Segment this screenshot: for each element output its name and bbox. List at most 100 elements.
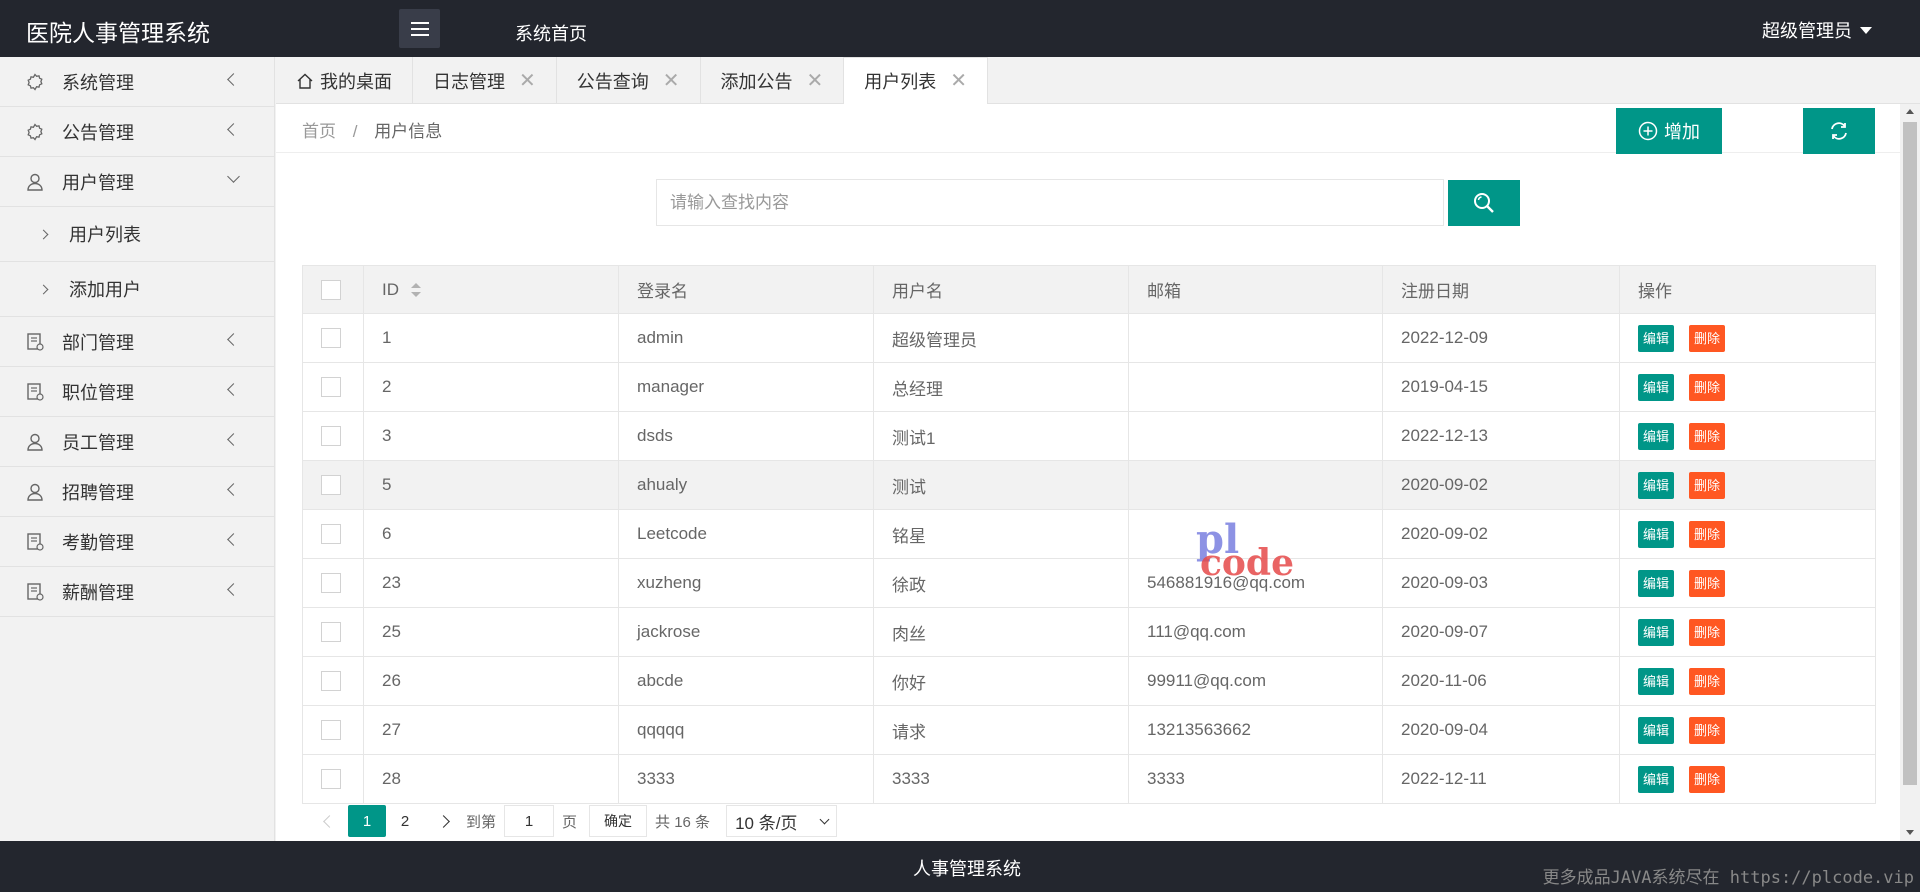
refresh-button[interactable] — [1803, 108, 1875, 154]
row-checkbox[interactable] — [321, 377, 341, 398]
user-menu[interactable]: 超级管理员 — [1762, 17, 1872, 43]
row-checkbox[interactable] — [321, 524, 341, 545]
sidebar-item-2[interactable]: 用户管理 — [0, 157, 274, 207]
page-size-select[interactable]: 10 条/页 — [726, 805, 838, 837]
sidebar-item-5[interactable]: 员工管理 — [0, 417, 274, 467]
table-row[interactable]: 23 xuzheng 徐政 546881916@qq.com 2020-09-03 编辑删… — [302, 558, 1876, 608]
search-icon — [1474, 193, 1494, 213]
tab-4[interactable]: 用户列表 ✕ — [844, 57, 989, 104]
row-checkbox[interactable] — [321, 475, 341, 496]
sidebar-item-0[interactable]: 系统管理 — [0, 57, 274, 107]
sidebar-subitem-2-1[interactable]: 添加用户 — [0, 262, 274, 317]
tab-2[interactable]: 公告查询 ✕ — [557, 57, 701, 104]
sidebar-item-7[interactable]: 考勤管理 — [0, 517, 274, 567]
sidebar-item-label: 薪酬管理 — [62, 582, 134, 603]
delete-button[interactable]: 删除 — [1689, 324, 1726, 352]
delete-button[interactable]: 删除 — [1689, 471, 1726, 499]
edit-button[interactable]: 编辑 — [1638, 716, 1675, 744]
column-header-id[interactable]: ID — [363, 265, 619, 314]
table-row[interactable]: 25 jackrose 肉丝 111@qq.com 2020-09-07 编辑 删除 — [302, 607, 1876, 657]
vertical-scrollbar[interactable] — [1900, 104, 1920, 841]
goto-confirm-button[interactable]: 确定 — [589, 805, 648, 837]
sidebar-subitem-2-0[interactable]: 用户列表 — [0, 207, 274, 262]
row-checkbox[interactable] — [321, 426, 341, 447]
row-checkbox[interactable] — [321, 622, 341, 643]
sidebar-item-3[interactable]: 部门管理 — [0, 317, 274, 367]
menu-toggle-button[interactable] — [399, 9, 440, 48]
logo-watermark-bottom: code — [1200, 542, 1295, 584]
table-row[interactable]: 1 admin 超级管理员 2022-12-09 编辑 删除 — [302, 313, 1876, 363]
row-select-cell — [302, 509, 364, 559]
home-link[interactable]: 系统首页 — [515, 20, 587, 46]
prev-page-button[interactable] — [314, 805, 344, 837]
row-checkbox[interactable] — [321, 573, 341, 594]
page-number-button[interactable]: 2 — [386, 805, 424, 837]
tab-3[interactable]: 添加公告 ✕ — [701, 57, 845, 104]
delete-button[interactable]: 删除 — [1689, 716, 1726, 744]
sidebar-item-1[interactable]: 公告管理 — [0, 107, 274, 157]
cell-email: 3333 — [1128, 754, 1383, 804]
table-row[interactable]: 2 manager 总经理 2019-04-15 编辑 删除 — [302, 362, 1876, 412]
edit-button[interactable]: 编辑 — [1638, 520, 1675, 548]
row-checkbox[interactable] — [321, 720, 341, 741]
edit-button[interactable]: 编辑 — [1638, 667, 1675, 695]
close-icon[interactable]: ✕ — [663, 71, 680, 91]
breadcrumb-home[interactable]: 首页 — [302, 122, 336, 141]
delete-button[interactable]: 删除 — [1689, 569, 1726, 597]
edit-button[interactable]: 编辑 — [1638, 569, 1675, 597]
row-checkbox[interactable] — [321, 769, 341, 790]
edit-button[interactable]: 编辑 — [1638, 765, 1675, 793]
sidebar-item-4[interactable]: 职位管理 — [0, 367, 274, 417]
tab-1[interactable]: 日志管理 ✕ — [413, 57, 557, 104]
edit-button[interactable]: 编辑 — [1638, 618, 1675, 646]
delete-button[interactable]: 删除 — [1689, 520, 1726, 548]
close-icon[interactable]: ✕ — [807, 71, 824, 91]
row-select-cell — [302, 558, 364, 608]
table-row[interactable]: 6 Leetcode 铭星 2020-09-02 编辑 删除 — [302, 509, 1876, 559]
delete-button[interactable]: 删除 — [1689, 618, 1726, 646]
select-all-checkbox[interactable] — [321, 279, 341, 300]
cell-login: 3333 — [618, 754, 874, 804]
tab-0[interactable]: 我的桌面 — [276, 57, 413, 104]
sidebar-item-8[interactable]: 薪酬管理 — [0, 567, 274, 617]
close-icon[interactable]: ✕ — [950, 71, 967, 91]
sort-icon[interactable] — [411, 283, 421, 298]
edit-button[interactable]: 编辑 — [1638, 422, 1675, 450]
pagination: 12 到第 页 确定 共 16 条 10 条/页 — [314, 804, 838, 838]
cell-id: 5 — [363, 460, 619, 510]
scroll-down-icon[interactable] — [1906, 830, 1914, 835]
row-select-cell — [302, 607, 364, 657]
next-page-button[interactable] — [428, 805, 458, 837]
delete-button[interactable]: 删除 — [1689, 422, 1726, 450]
table-row[interactable]: 5 ahualy 测试 2020-09-02 编辑 删除 — [302, 460, 1876, 510]
table-row[interactable]: 28 3333 3333 3333 2022-12-11 编辑 删除 — [302, 754, 1876, 804]
cell-actions: 编辑 删除 — [1619, 460, 1876, 510]
close-icon[interactable]: ✕ — [519, 71, 536, 91]
edit-button[interactable]: 编辑 — [1638, 324, 1675, 352]
scrollbar-thumb[interactable] — [1903, 122, 1917, 785]
delete-button[interactable]: 删除 — [1689, 373, 1726, 401]
search-button[interactable] — [1448, 180, 1520, 226]
add-button[interactable]: 增加 — [1616, 108, 1722, 154]
cell-login: ahualy — [618, 460, 874, 510]
table-row[interactable]: 26 abcde 你好 99911@qq.com 2020-11-06 编辑 删除 — [302, 656, 1876, 706]
edit-button[interactable]: 编辑 — [1638, 373, 1675, 401]
delete-button[interactable]: 删除 — [1689, 765, 1726, 793]
table-row[interactable]: 27 qqqqq 请求 13213563662 2020-09-04 编辑 删除 — [302, 705, 1876, 755]
sidebar-item-label: 招聘管理 — [62, 482, 134, 503]
delete-button[interactable]: 删除 — [1689, 667, 1726, 695]
cell-actions: 编辑 删除 — [1619, 509, 1876, 559]
scroll-up-icon[interactable] — [1906, 109, 1914, 114]
page-number-button[interactable]: 1 — [348, 805, 386, 837]
row-select-cell — [302, 313, 364, 363]
search-input[interactable] — [656, 179, 1444, 226]
row-checkbox[interactable] — [321, 328, 341, 349]
table-row[interactable]: 3 dsds 测试1 2022-12-13 编辑 删除 — [302, 411, 1876, 461]
goto-page-input[interactable] — [504, 805, 555, 837]
sidebar-item-6[interactable]: 招聘管理 — [0, 467, 274, 517]
row-checkbox[interactable] — [321, 671, 341, 692]
document-icon — [24, 531, 46, 553]
edit-button[interactable]: 编辑 — [1638, 471, 1675, 499]
cell-username: 测试1 — [873, 411, 1129, 461]
plus-circle-icon — [1638, 121, 1658, 141]
